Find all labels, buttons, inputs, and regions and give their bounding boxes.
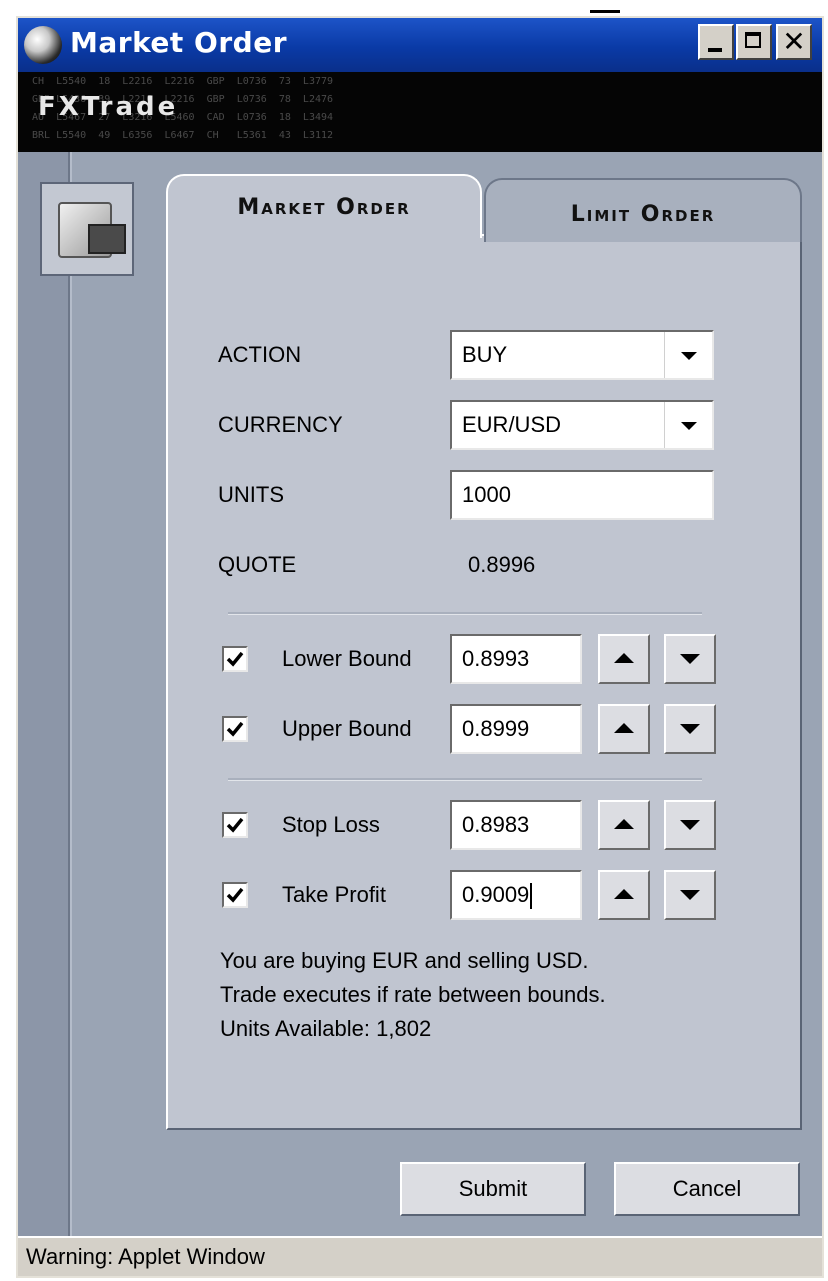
action-value: BUY (462, 342, 508, 367)
text-caret (530, 883, 533, 910)
lower-bound-label: Lower Bound (282, 646, 412, 671)
quote-label: QUOTE (218, 552, 297, 577)
action-select[interactable]: BUY (450, 330, 714, 380)
upper-bound-input[interactable]: 0.8999 (450, 704, 582, 754)
take-profit-value: 0.9009 (462, 882, 530, 907)
lower-bound-input[interactable]: 0.8993 (450, 634, 582, 684)
stop-loss-checkbox[interactable] (222, 812, 248, 838)
chevron-down-icon (680, 352, 697, 360)
action-dropdown-button[interactable] (664, 332, 712, 378)
currency-label: CURRENCY (218, 412, 343, 437)
market-order-window: Market Order ✕ CH L5540 18 L2216 L2216 G… (16, 16, 824, 1278)
currency-select[interactable]: EUR/USD (450, 400, 714, 450)
separator (228, 778, 702, 781)
upper-bound-up-button[interactable] (598, 704, 650, 754)
action-label: ACTION (218, 342, 302, 367)
upper-bound-checkbox[interactable] (222, 716, 248, 742)
stop-loss-label: Stop Loss (282, 812, 380, 837)
maximize-button[interactable] (736, 24, 772, 60)
take-profit-up-button[interactable] (598, 870, 650, 920)
minimize-button[interactable] (698, 24, 734, 60)
stop-loss-up-button[interactable] (598, 800, 650, 850)
arrow-down-icon (680, 724, 700, 734)
arrow-down-icon (680, 890, 700, 900)
upper-bound-down-button[interactable] (664, 704, 716, 754)
currency-dropdown-button[interactable] (664, 402, 712, 448)
app-globe-icon (24, 26, 62, 64)
arrow-up-icon (614, 653, 634, 663)
lower-bound-down-button[interactable] (664, 634, 716, 684)
printer-tray (88, 224, 126, 254)
close-icon: ✕ (782, 25, 806, 58)
checkmark-icon (226, 651, 244, 667)
tab-limit-order[interactable]: Limit Order (484, 178, 802, 242)
window-title: Market Order (70, 26, 288, 59)
stop-loss-down-button[interactable] (664, 800, 716, 850)
main-content: Market Order Limit Order ACTION BUY CURR… (18, 152, 822, 1236)
ticker-line: BRL L5540 49 L6356 L6467 CH L5361 43 L31… (32, 130, 334, 141)
lower-bound-up-button[interactable] (598, 634, 650, 684)
left-rail (18, 152, 70, 1236)
fxtrade-banner: CH L5540 18 L2216 L2216 GBP L0736 73 L37… (18, 72, 822, 152)
arrow-up-icon (614, 723, 634, 733)
lower-bound-checkbox[interactable] (222, 646, 248, 672)
tab-market-order[interactable]: Market Order (166, 174, 482, 238)
units-input[interactable]: 1000 (450, 470, 714, 520)
chevron-down-icon (680, 422, 697, 430)
separator (228, 612, 702, 615)
info-line-units-available: Units Available: 1,802 (220, 1016, 432, 1041)
submit-button[interactable]: Submit (400, 1162, 586, 1216)
text-cursor-artifact (590, 0, 620, 13)
brand-logo: FXTrade (38, 92, 179, 122)
info-line-trade-side: You are buying EUR and selling USD. (220, 948, 589, 973)
ticker-line: CH L5540 18 L2216 L2216 GBP L0736 73 L37… (32, 76, 334, 87)
quote-value: 0.8996 (468, 552, 536, 577)
order-panel: ACTION BUY CURRENCY EUR/USD UNITS 1000 Q… (166, 234, 802, 1130)
units-label: UNITS (218, 482, 284, 507)
rail-divider (70, 152, 72, 1236)
currency-value: EUR/USD (462, 412, 562, 437)
arrow-up-icon (614, 819, 634, 829)
take-profit-down-button[interactable] (664, 870, 716, 920)
maximize-icon (745, 32, 761, 48)
arrow-up-icon (614, 889, 634, 899)
take-profit-checkbox[interactable] (222, 882, 248, 908)
arrow-down-icon (680, 654, 700, 664)
upper-bound-label: Upper Bound (282, 716, 412, 741)
arrow-down-icon (680, 820, 700, 830)
stop-loss-input[interactable]: 0.8983 (450, 800, 582, 850)
take-profit-input[interactable]: 0.9009 (450, 870, 582, 920)
take-profit-label: Take Profit (282, 882, 386, 907)
printer-icon (40, 182, 134, 276)
checkmark-icon (226, 817, 244, 833)
checkmark-icon (226, 887, 244, 903)
title-bar[interactable]: Market Order ✕ (18, 18, 822, 72)
cancel-button[interactable]: Cancel (614, 1162, 800, 1216)
status-bar: Warning: Applet Window (18, 1236, 822, 1276)
minimize-icon (708, 48, 722, 52)
info-line-bounds-rule: Trade executes if rate between bounds. (220, 982, 606, 1007)
close-button[interactable]: ✕ (776, 24, 812, 60)
checkmark-icon (226, 721, 244, 737)
